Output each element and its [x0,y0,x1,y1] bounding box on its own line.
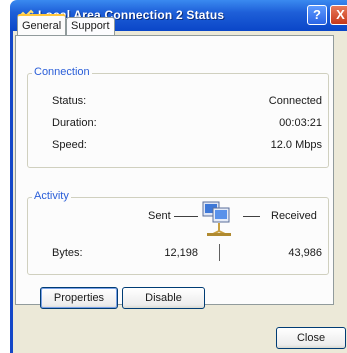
help-button[interactable]: ? [307,5,327,25]
connection-group-label: Connection [32,66,92,78]
bytes-sent-value: 12,198 [164,247,198,259]
tab-support[interactable]: Support [66,17,115,35]
sent-label: Sent [148,210,171,222]
status-value: Connected [268,95,322,107]
status-label: Status: [52,95,87,107]
activity-group-label: Activity [32,190,71,202]
bytes-divider [219,244,220,261]
disable-button[interactable]: Disable [122,287,205,309]
duration-label: Duration: [52,117,97,129]
activity-group [27,197,329,275]
bytes-received-value: 43,986 [288,247,322,259]
close-window-button[interactable]: X [330,5,347,25]
speed-value: 12.0 Mbps [270,139,322,151]
bytes-label: Bytes: [52,247,83,259]
network-activity-icon [202,201,231,236]
received-line [243,216,260,217]
sent-line [174,216,198,217]
received-label: Received [271,210,317,222]
properties-button[interactable]: Properties [40,287,118,309]
tab-general[interactable]: General [17,14,67,35]
duration-value: 00:03:21 [279,117,322,129]
speed-label: Speed: [52,139,87,151]
close-button[interactable]: Close [276,327,346,349]
